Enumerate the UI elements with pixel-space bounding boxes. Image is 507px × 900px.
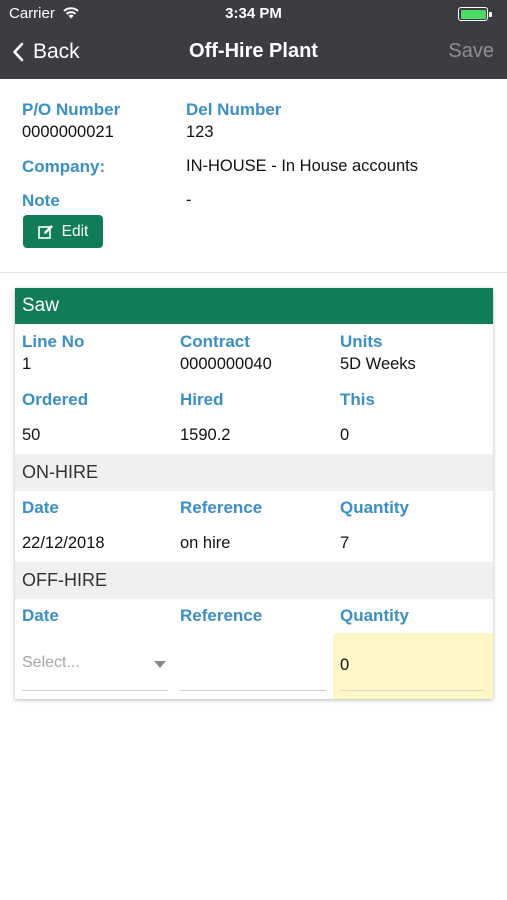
off-hire-date-select[interactable]: Select... [22,633,168,691]
del-number-value: 123 [186,123,214,141]
on-hire-quantity-value: 7 [340,534,350,552]
on-hire-date-label: Date [22,498,59,517]
company-label: Company: [22,157,106,176]
caret-down-icon [154,661,166,668]
off-hire-reference-input[interactable] [180,633,326,691]
note-label: Note [22,191,60,210]
line-no-label: Line No [22,332,85,351]
clock: 3:34 PM [225,5,282,22]
on-hire-reference-label: Reference [180,498,263,517]
line-no-value: 1 [22,355,32,373]
edit-label: Edit [61,222,89,240]
note-value: - [186,191,192,209]
plant-item-card: Saw Line No 1 Contract 0000000040 Units … [15,288,493,699]
ordered-value: 50 [22,426,41,444]
company-value: IN-HOUSE - In House accounts [186,157,418,175]
off-hire-date-label: Date [22,606,59,625]
section-divider [0,272,507,273]
po-number-value: 0000000021 [22,123,114,141]
contract-value: 0000000040 [180,355,272,373]
edit-icon [37,224,53,239]
on-hire-quantity-label: Quantity [340,498,409,517]
po-number-label: P/O Number [22,100,121,119]
off-hire-quantity-input[interactable]: 0 [333,633,493,699]
units-label: Units [340,332,383,351]
save-button[interactable]: Save [448,40,494,63]
item-name: Saw [15,288,493,324]
del-number-label: Del Number [186,100,282,119]
on-hire-date-value: 22/12/2018 [22,534,105,552]
contract-label: Contract [180,332,250,351]
page-title: Off-Hire Plant [189,40,318,62]
this-label: This [340,390,375,409]
this-value: 0 [340,426,350,444]
on-hire-heading: ON-HIRE [15,454,493,491]
off-hire-heading: OFF-HIRE [15,562,493,599]
hired-value: 1590.2 [180,426,231,444]
navigation-bar: Back Off-Hire Plant Save [0,28,507,79]
on-hire-reference-value: on hire [180,534,231,552]
app-header: Carrier 3:34 PM Back Off-Hire Plant Save [0,0,507,79]
input-underline [340,690,484,691]
off-hire-date-placeholder: Select... [22,654,80,671]
edit-button[interactable]: Edit [23,215,103,248]
off-hire-quantity-label: Quantity [340,606,409,625]
units-value: 5D Weeks [340,355,416,373]
ordered-label: Ordered [22,390,89,409]
off-hire-quantity-value: 0 [340,656,350,674]
hired-label: Hired [180,390,224,409]
battery-icon [458,7,492,21]
off-hire-reference-label: Reference [180,606,263,625]
status-bar: Carrier 3:34 PM [0,0,507,28]
